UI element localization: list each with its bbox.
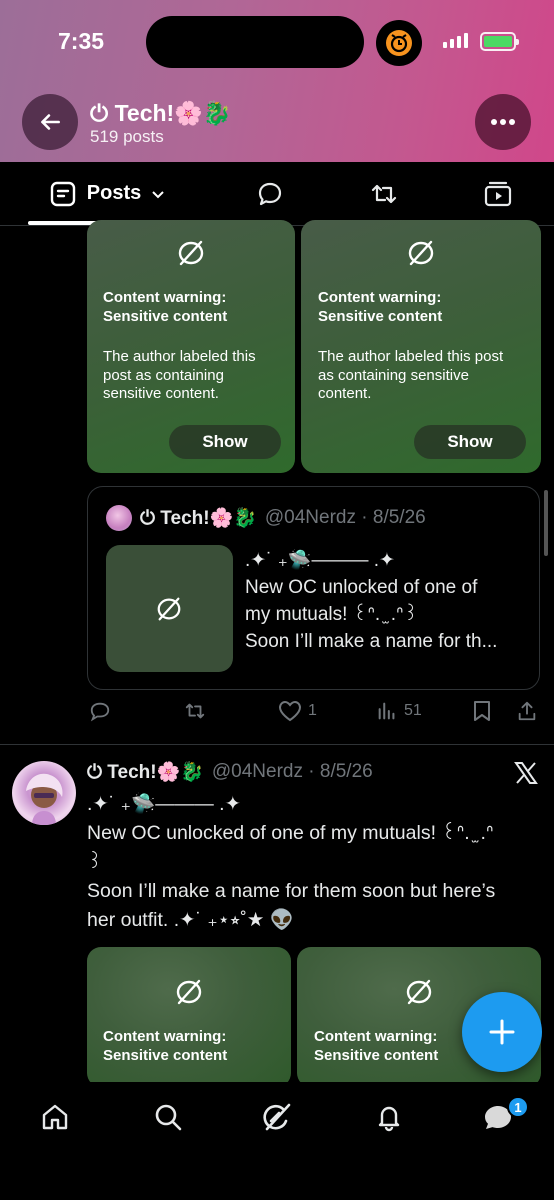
scrollbar[interactable]: [544, 490, 548, 556]
sensitive-media-card[interactable]: Content warning: Sensitive content The au…: [301, 220, 541, 473]
like-count: 1: [308, 702, 317, 719]
battery-icon: [480, 32, 519, 51]
grok-icon: [263, 1103, 291, 1131]
share-icon: [518, 701, 536, 721]
cw-title: Content warning: Sensitive content: [103, 1028, 228, 1064]
show-button[interactable]: Show: [169, 425, 281, 459]
repost-icon: [185, 703, 205, 719]
eye-slash-icon: [157, 597, 181, 621]
x-logo-icon: [513, 760, 539, 791]
quoted-post-text: .✦˙ ₊🛸——— .✦ New OC unlocked of one of m…: [245, 550, 498, 652]
show-button[interactable]: Show: [414, 425, 526, 459]
bottom-nav: [0, 1082, 554, 1200]
more-icon: [491, 119, 515, 125]
repost-icon: [371, 184, 397, 204]
like-button[interactable]: 1: [278, 700, 317, 722]
cw-title: Content warning: Sensitive content: [103, 289, 228, 325]
reply-bubble-icon: [258, 182, 282, 206]
avatar: [106, 505, 132, 531]
nav-search[interactable]: [151, 1100, 185, 1134]
post-text: .✦˙ ₊🛸——— .✦ New OC unlocked of one of m…: [87, 793, 496, 931]
nav-home[interactable]: [38, 1100, 72, 1134]
arrow-left-icon: [41, 114, 60, 130]
repost-button[interactable]: [184, 700, 206, 722]
eye-slash-icon: [408, 240, 434, 266]
compose-button[interactable]: [462, 992, 542, 1072]
tab-media[interactable]: [482, 178, 514, 210]
cw-description: The author labeled this post as containin…: [318, 348, 504, 402]
author-handle[interactable]: @04Nerdz · 8/5/26: [212, 761, 373, 783]
cw-title: Content warning: Sensitive content: [314, 1028, 439, 1064]
dynamic-island: [146, 16, 364, 68]
status-bar: 7:35: [0, 0, 554, 84]
status-time: 7:35: [58, 28, 105, 54]
video-icon: [484, 181, 512, 207]
author-handle: @04Nerdz · 8/5/26: [264, 507, 426, 528]
messages-badge: 1: [507, 1096, 529, 1118]
cw-title: Content warning: Sensitive content: [318, 289, 443, 325]
profile-header: 7:35 ⏻ Tech!🌸🐉 519 posts: [0, 0, 554, 162]
home-icon: [42, 1104, 68, 1130]
author-name: ⏻ Tech!🌸🐉: [140, 508, 257, 529]
quoted-post-header: ⏻ Tech!🌸🐉 @04Nerdz · 8/5/26: [106, 505, 426, 531]
signal-icon: [443, 33, 468, 48]
views-icon: [378, 702, 395, 720]
reply-icon: [90, 702, 110, 722]
more-button[interactable]: [475, 94, 531, 150]
author-name[interactable]: ⏻ Tech!🌸🐉: [87, 760, 204, 784]
eye-slash-icon: [176, 979, 202, 1005]
view-count: 51: [404, 702, 422, 719]
search-icon: [155, 1104, 182, 1131]
reply-button[interactable]: [89, 700, 111, 722]
chevron-down-icon: [152, 190, 164, 198]
post-actions: 1 51: [87, 700, 542, 730]
views-button[interactable]: 51: [376, 700, 422, 722]
sensitive-media-card[interactable]: Content warning: Sensitive content The au…: [87, 220, 295, 473]
sensitive-media-card[interactable]: Content warning: Sensitive content: [87, 947, 291, 1087]
nav-notifications[interactable]: [372, 1100, 406, 1134]
bookmark-icon: [474, 701, 490, 721]
profile-tabs: Posts: [0, 162, 554, 226]
share-button[interactable]: [516, 700, 538, 722]
tab-reposts[interactable]: [368, 178, 400, 210]
tab-replies[interactable]: [254, 178, 286, 210]
eye-slash-icon: [406, 979, 432, 1005]
sensitive-thumbnail: [106, 545, 233, 672]
back-button[interactable]: [22, 94, 78, 150]
eye-slash-icon: [178, 240, 204, 266]
plus-icon: [489, 1019, 515, 1045]
alarm-icon: [376, 20, 422, 66]
post-divider: [0, 744, 554, 745]
quoted-post[interactable]: ⏻ Tech!🌸🐉 @04Nerdz · 8/5/26 .✦˙ ₊🛸——— .✦…: [87, 486, 540, 690]
cw-description: The author labeled this post as containin…: [103, 348, 256, 402]
bookmark-button[interactable]: [472, 700, 492, 722]
profile-name: ⏻ Tech!🌸🐉: [90, 100, 232, 126]
nav-grok[interactable]: [260, 1100, 294, 1134]
bell-icon: [378, 1106, 400, 1132]
tab-posts-label: Posts: [86, 182, 142, 204]
post-header: ⏻ Tech!🌸🐉 @04Nerdz · 8/5/26: [87, 760, 373, 784]
post-count: 519 posts: [90, 127, 164, 146]
heart-icon: [278, 700, 302, 722]
profile-title: ⏻ Tech!🌸🐉 519 posts: [90, 100, 232, 147]
tab-posts[interactable]: Posts: [28, 162, 186, 225]
avatar[interactable]: [12, 761, 76, 825]
posts-icon: [50, 181, 75, 206]
